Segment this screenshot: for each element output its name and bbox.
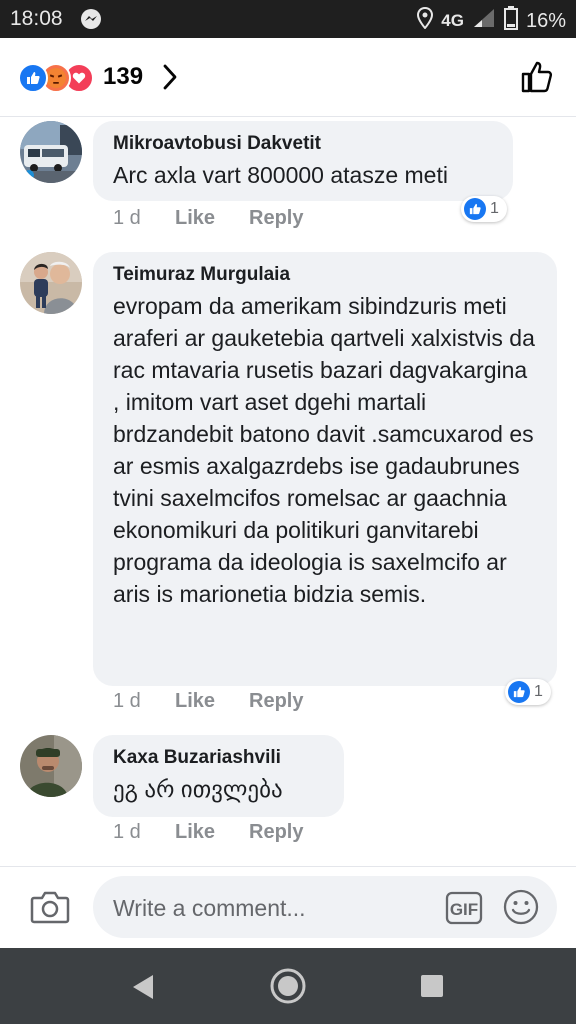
gif-button[interactable]: GIF <box>445 891 483 930</box>
gif-label: GIF <box>450 900 478 919</box>
home-icon[interactable] <box>269 967 307 1010</box>
comment-composer: GIF <box>0 866 576 949</box>
comment-bubble[interactable]: Mikroavtobusi Dakvetit Arc axla vart 800… <box>93 121 513 201</box>
reaction-summary[interactable] <box>18 63 94 93</box>
network-type: 4G <box>441 11 464 30</box>
reply-comment-button[interactable]: Reply <box>249 821 303 844</box>
comment-like-count: 1 <box>534 683 543 700</box>
comment-text: evropam da amerikam sibindzuris meti ara… <box>113 293 535 607</box>
comment-author[interactable]: Kaxa Buzariashvili <box>113 747 324 769</box>
reactions-header: 139 <box>0 38 576 117</box>
comment-bubble[interactable]: Teimuraz Murgulaia evropam da amerikam s… <box>93 252 557 686</box>
reply-comment-button[interactable]: Reply <box>249 690 303 713</box>
comment-input-box[interactable]: GIF <box>93 876 557 940</box>
comment-age: 1 d <box>113 821 141 843</box>
comment-author[interactable]: Mikroavtobusi Dakvetit <box>113 133 493 155</box>
signal-icon <box>472 7 496 35</box>
comment-author[interactable]: Teimuraz Murgulaia <box>113 264 537 286</box>
like-post-thumb-icon[interactable] <box>520 60 554 99</box>
like-reaction-icon <box>464 198 486 220</box>
android-nav-bar <box>0 948 576 1024</box>
comment-text: ეგ არ ითვლება <box>113 776 283 802</box>
reaction-count[interactable]: 139 <box>103 63 143 91</box>
chevron-right-icon[interactable] <box>160 62 180 97</box>
like-reaction-icon <box>18 63 48 93</box>
comment-reaction-chip[interactable]: 1 <box>461 196 507 222</box>
avatar-kaxa[interactable] <box>20 735 82 797</box>
avatar-mikroavtobusi[interactable] <box>20 121 82 183</box>
status-bar: 18:08 4G 16% <box>0 0 576 38</box>
comment-bubble[interactable]: Kaxa Buzariashvili ეგ არ ითვლება <box>93 735 344 817</box>
back-icon[interactable] <box>130 973 156 1006</box>
comment-age: 1 d <box>113 207 141 229</box>
like-reaction-icon <box>508 681 530 703</box>
avatar-teimuraz[interactable] <box>20 252 82 314</box>
comment-text: Arc axla vart 800000 atasze meti <box>113 162 448 188</box>
status-time: 18:08 <box>10 7 63 30</box>
camera-icon[interactable] <box>30 889 70 930</box>
recent-apps-icon[interactable] <box>420 974 444 1003</box>
like-comment-button[interactable]: Like <box>175 821 215 844</box>
battery-icon <box>503 6 518 36</box>
comment-like-count: 1 <box>490 200 499 217</box>
like-comment-button[interactable]: Like <box>175 207 215 230</box>
location-icon <box>417 6 434 35</box>
comment-age: 1 d <box>113 690 141 712</box>
messenger-notification-icon <box>80 8 102 35</box>
reply-comment-button[interactable]: Reply <box>249 207 303 230</box>
like-comment-button[interactable]: Like <box>175 690 215 713</box>
emoji-icon[interactable] <box>503 889 539 930</box>
comment-input[interactable] <box>111 876 435 940</box>
battery-percent: 16% <box>525 9 566 32</box>
comment-reaction-chip[interactable]: 1 <box>505 679 551 705</box>
status-indicators: 4G 16% <box>417 6 566 36</box>
